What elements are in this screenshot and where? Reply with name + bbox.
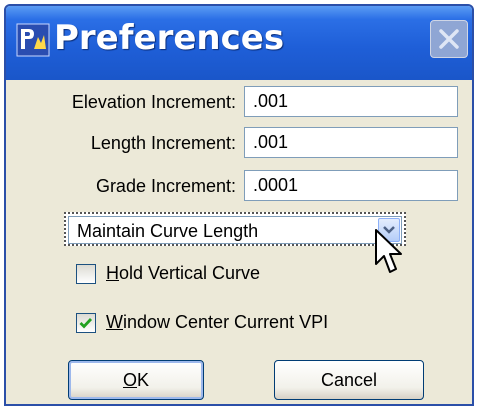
elevation-increment-label: Elevation Increment: [71, 92, 236, 112]
curve-mode-value: Maintain Curve Length [77, 221, 259, 241]
app-icon [16, 23, 50, 57]
window-center-current-vpi-option[interactable]: Window Center Current VPI [76, 312, 328, 333]
hold-vertical-curve-option[interactable]: Hold Vertical Curve [76, 263, 260, 284]
close-button[interactable] [430, 20, 468, 58]
window-title: Preferences [54, 18, 285, 58]
hold-vertical-curve-checkbox[interactable] [76, 263, 96, 284]
title-bar[interactable]: Preferences [6, 6, 472, 80]
length-increment-label: Length Increment: [90, 133, 236, 153]
ok-button[interactable]: OK [68, 360, 204, 400]
window-center-current-vpi-label: Window Center Current VPI [106, 312, 329, 332]
grade-increment-field[interactable]: .0001 [244, 170, 458, 201]
cancel-button-label: Cancel [320, 369, 378, 390]
curve-mode-select-box[interactable]: Maintain Curve Length [68, 216, 402, 244]
curve-mode-select[interactable]: Maintain Curve Length [64, 212, 406, 246]
preferences-dialog: Preferences Elevation Increment: .001 Le… [4, 4, 474, 406]
mouse-pointer-icon [375, 229, 402, 273]
checkmark-icon [79, 317, 93, 329]
window-center-current-vpi-checkbox[interactable] [76, 312, 96, 333]
cancel-button[interactable]: Cancel [274, 360, 424, 400]
hold-vertical-curve-label: Hold Vertical Curve [106, 263, 261, 283]
grade-increment-label: Grade Increment: [95, 176, 236, 196]
length-increment-field[interactable]: .001 [244, 127, 458, 158]
ok-button-label: OK [122, 369, 150, 390]
close-icon [439, 29, 459, 49]
elevation-increment-field[interactable]: .001 [244, 86, 458, 117]
